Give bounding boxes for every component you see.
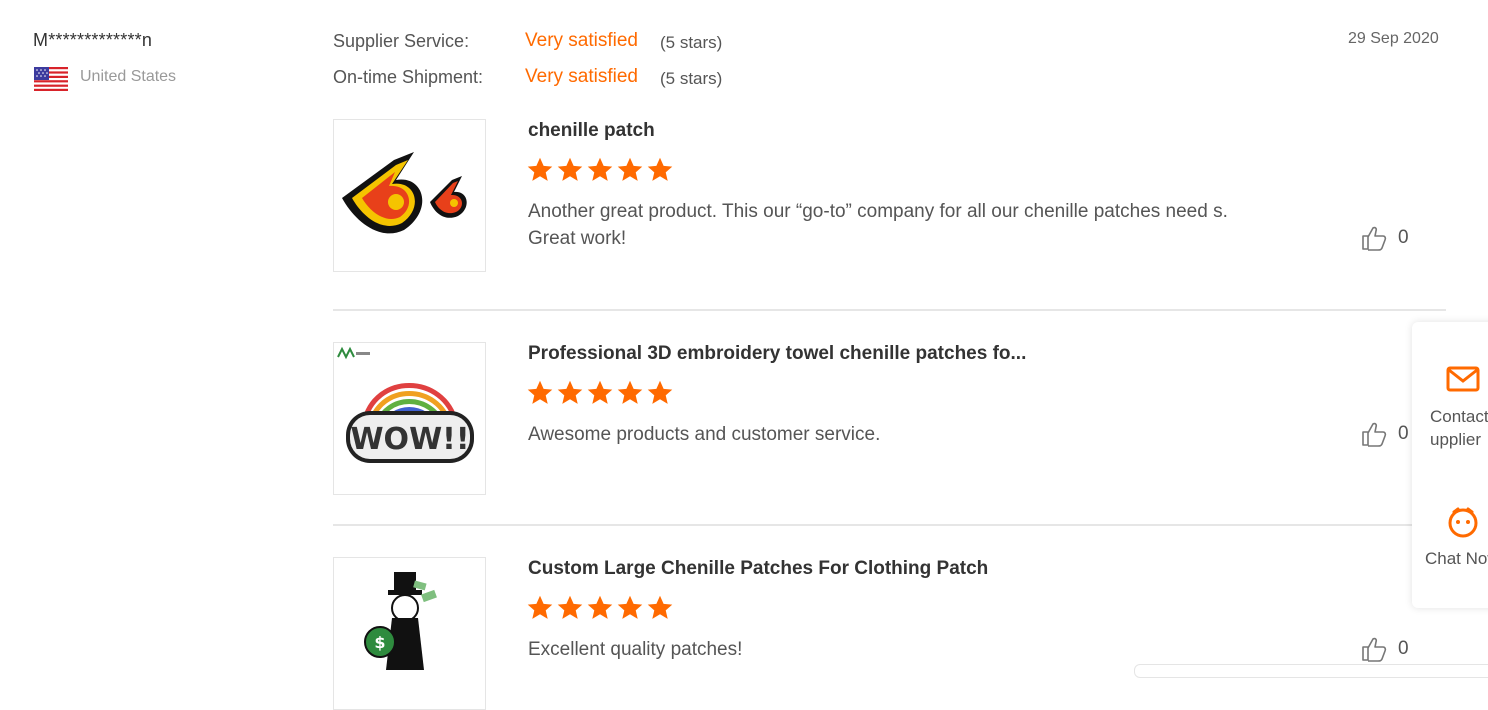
like-button[interactable]: 0 bbox=[1360, 635, 1409, 663]
chat-now-button[interactable] bbox=[1446, 505, 1480, 544]
like-count: 0 bbox=[1398, 227, 1409, 248]
product-title[interactable]: Professional 3D embroidery towel chenill… bbox=[528, 343, 1026, 365]
review-comment: Awesome products and customer service. bbox=[528, 424, 881, 445]
supplier-service-stars: (5 stars) bbox=[660, 33, 723, 52]
shipment-label: On-time Shipment: bbox=[333, 67, 484, 87]
divider bbox=[333, 524, 1446, 526]
chat-face-icon bbox=[1448, 507, 1478, 538]
product-image-chenille-patch[interactable] bbox=[333, 119, 486, 272]
star-icon bbox=[617, 595, 643, 619]
product-image-moneybag-patch[interactable]: $ bbox=[333, 557, 486, 710]
like-button[interactable]: 0 bbox=[1360, 420, 1409, 448]
star-icon bbox=[617, 380, 643, 404]
supplier-service-label: Supplier Service: bbox=[333, 31, 470, 51]
star-icon bbox=[557, 595, 583, 619]
mail-icon bbox=[1446, 366, 1480, 392]
svg-text:WOW!!: WOW!! bbox=[350, 422, 469, 457]
supplier-service-value: Very satisfied bbox=[525, 30, 638, 51]
svg-text:$: $ bbox=[374, 633, 385, 652]
reviewer-country: United States bbox=[80, 68, 177, 85]
contact-supplier-label[interactable]: Contact Supplier bbox=[1430, 405, 1488, 451]
like-count: 0 bbox=[1398, 638, 1409, 659]
brand-logo-icon bbox=[337, 346, 370, 360]
chat-now-label[interactable]: Chat Now bbox=[1425, 547, 1488, 570]
us-flag-icon bbox=[34, 67, 68, 91]
six-patch-icon bbox=[342, 152, 467, 234]
contact-supplier-button[interactable] bbox=[1446, 364, 1480, 399]
review-date: 29 Sep 2020 bbox=[1348, 30, 1439, 47]
shipment-value: Very satisfied bbox=[525, 66, 638, 87]
star-icon bbox=[587, 380, 613, 404]
like-button[interactable]: 0 bbox=[1360, 224, 1409, 252]
review-comment: Excellent quality patches! bbox=[528, 639, 743, 660]
bottom-chat-bar[interactable] bbox=[1134, 664, 1488, 678]
divider bbox=[333, 309, 1446, 311]
thumbs-up-icon bbox=[1362, 637, 1387, 662]
star-icon bbox=[557, 380, 583, 404]
product-image-wow-patch[interactable]: WOW!! bbox=[333, 342, 486, 495]
product-title[interactable]: Custom Large Chenille Patches For Clothi… bbox=[528, 558, 988, 580]
star-icon bbox=[647, 595, 673, 619]
thumbs-up-icon bbox=[1362, 422, 1387, 447]
product-title[interactable]: chenille patch bbox=[528, 120, 655, 142]
reviewer-name: M*************n bbox=[33, 30, 153, 50]
star-icon bbox=[617, 157, 643, 181]
product-rating-stars bbox=[526, 379, 674, 407]
star-icon bbox=[587, 595, 613, 619]
floating-contact-panel: Contact Supplier Chat Now bbox=[1412, 322, 1488, 608]
star-icon bbox=[527, 157, 553, 181]
thumbs-up-icon bbox=[1362, 226, 1387, 251]
moneybag-mascot-icon: $ bbox=[364, 572, 437, 670]
review-comment: Another great product. This our “go-to” … bbox=[528, 201, 1228, 249]
product-rating-stars bbox=[526, 156, 674, 184]
star-icon bbox=[647, 380, 673, 404]
star-icon bbox=[587, 157, 613, 181]
wow-rainbow-icon: WOW!! bbox=[346, 383, 474, 463]
star-icon bbox=[557, 157, 583, 181]
star-icon bbox=[647, 157, 673, 181]
star-icon bbox=[527, 595, 553, 619]
like-count: 0 bbox=[1398, 423, 1409, 444]
star-icon bbox=[527, 380, 553, 404]
product-rating-stars bbox=[526, 594, 674, 622]
shipment-stars: (5 stars) bbox=[660, 69, 723, 88]
